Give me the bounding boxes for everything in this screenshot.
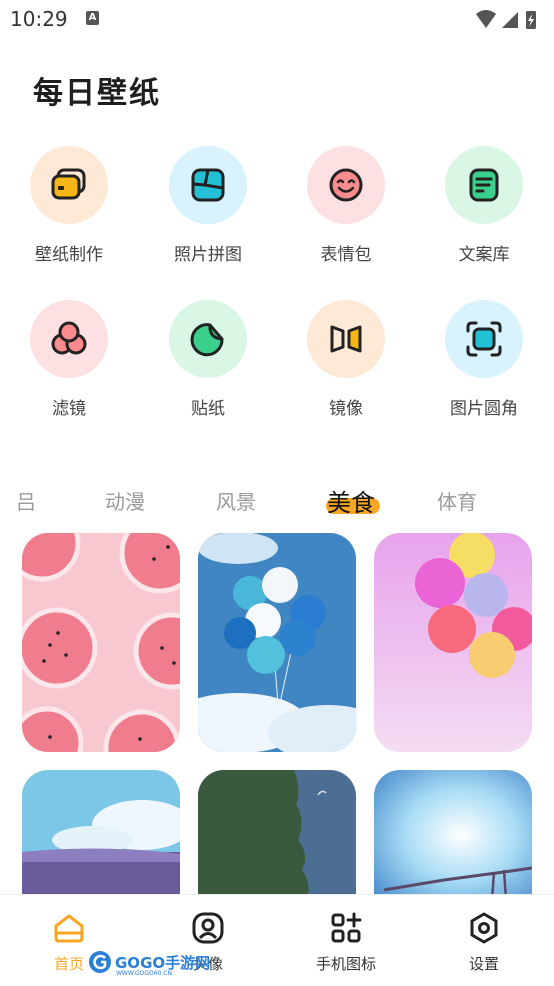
tool-icon-bg bbox=[169, 146, 247, 224]
status-time: 10:29 bbox=[10, 7, 68, 31]
tool-label: 文案库 bbox=[458, 245, 510, 265]
tool-label: 贴纸 bbox=[191, 399, 225, 419]
tab-anime[interactable]: 动漫 bbox=[105, 486, 145, 515]
watermelon-slices-image bbox=[22, 533, 180, 752]
tool-sticker[interactable]: 贴纸 bbox=[148, 300, 268, 419]
tool-label: 表情包 bbox=[320, 245, 372, 265]
tab-sports[interactable]: 体育 bbox=[437, 486, 477, 515]
tool-photo-collage[interactable]: 照片拼图 bbox=[148, 146, 268, 265]
tab-scenery[interactable]: 风景 bbox=[216, 486, 256, 515]
tool-label: 镜像 bbox=[329, 399, 363, 419]
tool-label: 滤镜 bbox=[52, 399, 86, 419]
tool-label: 照片拼图 bbox=[174, 245, 242, 265]
mirror-icon bbox=[330, 325, 362, 353]
photo-collage-icon bbox=[191, 168, 225, 202]
wallpaper-card-pink-balloons[interactable] bbox=[374, 533, 532, 752]
tool-icon-bg bbox=[445, 300, 523, 378]
tab-food[interactable]: 美食 bbox=[327, 483, 375, 518]
wallpaper-card-watermelon[interactable] bbox=[22, 533, 180, 752]
tool-wallpaper-maker[interactable]: 壁纸制作 bbox=[9, 146, 129, 265]
category-tabs: 吕 动漫 风景 美食 体育 bbox=[0, 480, 554, 524]
tool-emoji[interactable]: 表情包 bbox=[286, 146, 406, 265]
round-corner-icon bbox=[466, 321, 502, 357]
sticker-icon bbox=[190, 323, 224, 357]
text-note-icon bbox=[469, 168, 499, 202]
pink-balloons-image bbox=[374, 533, 532, 752]
tool-mirror[interactable]: 镜像 bbox=[286, 300, 406, 419]
grid-plus-icon bbox=[331, 912, 362, 943]
nav-phone-icons[interactable]: 手机图标 bbox=[301, 911, 391, 974]
bottom-nav: 首页 头像 手机图标 设置 bbox=[0, 894, 554, 986]
tool-icon-bg bbox=[30, 300, 108, 378]
watermark: GOGO手游网 WWW.GOGO60.CN bbox=[88, 948, 210, 977]
watermark-logo-icon bbox=[89, 951, 111, 973]
filter-circles-icon bbox=[51, 321, 87, 355]
signal-icon bbox=[502, 12, 518, 28]
tool-round-corner[interactable]: 图片圆角 bbox=[424, 300, 544, 419]
tool-icon-bg bbox=[30, 146, 108, 224]
anime-sea-sky-image bbox=[22, 770, 180, 900]
page-title: 每日壁纸 bbox=[33, 76, 161, 111]
nav-settings[interactable]: 设置 bbox=[439, 911, 529, 974]
wifi-icon bbox=[476, 10, 496, 28]
tab-category[interactable]: 吕 bbox=[16, 486, 36, 515]
tool-label: 壁纸制作 bbox=[35, 245, 103, 265]
tool-icon-bg bbox=[169, 300, 247, 378]
settings-hexagon-icon bbox=[470, 912, 498, 944]
wallpaper-card-blue-balloons[interactable] bbox=[198, 533, 356, 752]
nav-label: 手机图标 bbox=[315, 955, 376, 973]
nav-label: 设置 bbox=[468, 955, 499, 973]
avatar-icon bbox=[192, 912, 224, 944]
sunlit-clouds-image bbox=[374, 770, 532, 900]
tool-icon-bg bbox=[445, 146, 523, 224]
wallpaper-card-green-tree[interactable] bbox=[198, 770, 356, 900]
wallpaper-cards-icon bbox=[51, 168, 86, 200]
home-icon bbox=[54, 914, 84, 943]
tool-icon-bg bbox=[307, 300, 385, 378]
status-icons bbox=[476, 10, 536, 29]
wallpaper-card-anime-sea[interactable] bbox=[22, 770, 180, 900]
tool-label: 图片圆角 bbox=[450, 399, 518, 419]
tool-filter[interactable]: 滤镜 bbox=[9, 300, 129, 419]
status-bar: 10:29 A bbox=[0, 0, 554, 38]
accessibility-badge-icon: A bbox=[86, 11, 99, 25]
green-tree-image bbox=[198, 770, 356, 900]
tool-icon-bg bbox=[307, 146, 385, 224]
smiley-face-icon bbox=[329, 168, 363, 202]
wallpaper-card-sunlit-clouds[interactable] bbox=[374, 770, 532, 900]
blue-balloons-image bbox=[198, 533, 356, 752]
tool-copywriting[interactable]: 文案库 bbox=[424, 146, 544, 265]
watermark-sub: WWW.GOGO60.CN bbox=[116, 970, 172, 977]
